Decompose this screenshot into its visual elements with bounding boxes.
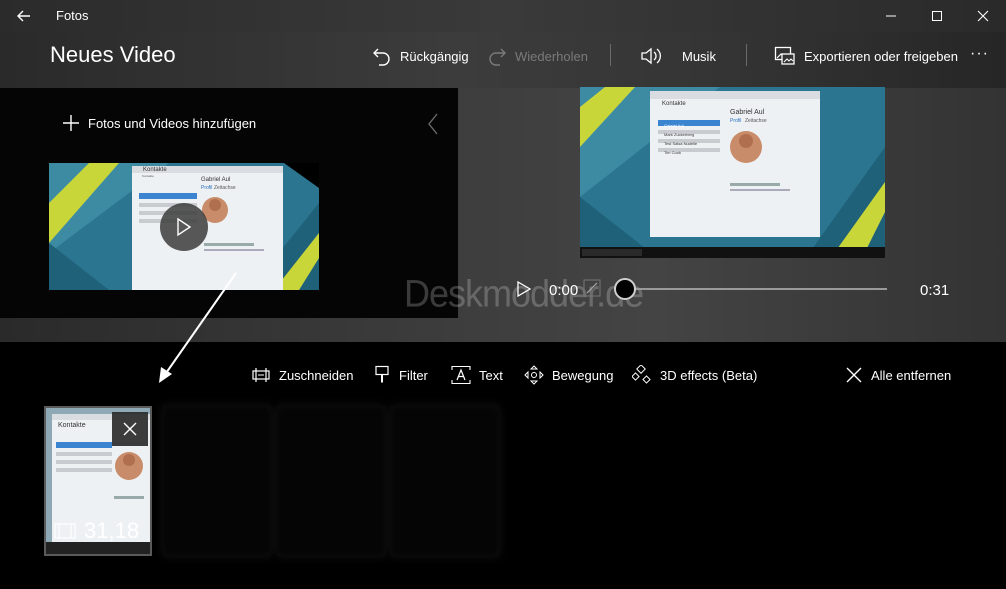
remove-all-button[interactable]: Alle entfernen (845, 364, 951, 386)
empty-storyboard-slot (391, 406, 499, 556)
app-title: Fotos (56, 8, 89, 23)
svg-text:Kontakte: Kontakte (142, 174, 154, 178)
collapse-library-button[interactable] (426, 112, 440, 141)
project-library: Fotos und Videos hinzufügen Kontakte Kon… (0, 88, 458, 318)
back-arrow-icon (17, 10, 30, 22)
separator (610, 44, 611, 66)
play-icon (177, 217, 192, 237)
close-icon (846, 367, 862, 383)
3d-effects-button[interactable]: 3D effects (Beta) (632, 364, 757, 386)
play-button[interactable] (516, 280, 532, 303)
speaker-icon (641, 47, 661, 65)
clip-duration: 31,18 (54, 518, 139, 544)
more-options-button[interactable]: ··· (970, 42, 989, 66)
undo-icon (373, 48, 390, 66)
thumb-contact-name: Gabriel Aul (201, 177, 231, 183)
expand-icon (583, 279, 601, 297)
close-icon (977, 10, 989, 22)
page-title: Neues Video (50, 42, 176, 67)
play-icon (517, 280, 532, 298)
plus-icon (63, 115, 79, 131)
preview-list-item: Test Salsa Nudelle (664, 141, 698, 146)
motion-label: Bewegung (552, 367, 614, 383)
storyboard: Zuschneiden Filter Text Bewegung 3D effe… (0, 342, 1006, 589)
storyboard-card[interactable]: Kontakte 31,18 (44, 406, 152, 556)
add-photos-videos-button[interactable]: Fotos und Videos hinzufügen (62, 114, 256, 132)
trim-button[interactable]: Zuschneiden (251, 364, 353, 386)
empty-storyboard-slot (277, 406, 385, 556)
redo-icon (489, 48, 506, 66)
seek-bar[interactable] (626, 288, 887, 290)
chevron-left-icon (428, 113, 438, 135)
preview-list-item: Tim Cook (664, 150, 681, 155)
play-thumbnail-button[interactable] (160, 203, 208, 251)
music-label: Musik (682, 48, 716, 64)
clip-duration-value: 31,18 (84, 518, 140, 543)
film-icon (54, 523, 76, 539)
filter-label: Filter (399, 367, 428, 383)
maximize-icon (932, 11, 942, 21)
redo-label: Wiederholen (515, 48, 588, 64)
empty-storyboard-slot (163, 406, 271, 556)
expand-button[interactable] (583, 279, 601, 302)
preview-list-item: Mark Zuckerberg (664, 132, 695, 137)
minimize-button[interactable] (868, 0, 914, 32)
title-bar: Fotos (0, 0, 1006, 32)
export-label: Exportieren oder freigeben (804, 48, 958, 64)
thumb-profile-tab: Profil (201, 185, 213, 191)
remove-all-label: Alle entfernen (871, 367, 952, 383)
preview-profile-tab: Profil (730, 118, 742, 124)
maximize-button[interactable] (914, 0, 960, 32)
thumb-app-name: Kontakte (143, 167, 167, 173)
seek-thumb[interactable] (614, 278, 636, 300)
preview-contact-list: Gabriel Aul Mark Zuckerberg Test Salsa N… (664, 121, 697, 157)
trim-label: Zuschneiden (279, 367, 354, 383)
library-video-thumbnail[interactable]: Kontakte Kontakte Gabriel Aul Profil Zei… (49, 163, 319, 290)
add-photos-videos-label: Fotos und Videos hinzufügen (88, 115, 257, 131)
back-button[interactable] (10, 4, 38, 28)
preview-list-item: Gabriel Aul (664, 123, 684, 128)
remove-clip-button[interactable] (112, 412, 148, 446)
separator (746, 44, 747, 66)
motion-icon (524, 365, 544, 385)
3d-effects-icon (632, 365, 651, 384)
undo-button[interactable]: Rückgängig (372, 44, 469, 68)
video-preview[interactable]: Kontakte Gabriel Aul Profil Zeitachse Ga… (580, 87, 885, 258)
filter-button[interactable]: Filter (373, 364, 428, 386)
undo-label: Rückgängig (400, 48, 469, 64)
preview-app-name: Kontakte (662, 101, 686, 107)
music-button[interactable]: Musik (640, 44, 716, 68)
current-time: 0:00 (549, 282, 579, 299)
minimize-icon (886, 15, 896, 17)
preview-timeline-tab: Zeitachse (745, 118, 767, 124)
3d-effects-label: 3D effects (Beta) (660, 367, 758, 383)
redo-button[interactable]: Wiederholen (487, 44, 588, 68)
more-icon: ··· (970, 45, 989, 62)
command-bar: Neues Video Rückgängig Wiederholen Musik (0, 32, 1006, 88)
end-time: 0:31 (920, 282, 950, 299)
text-button[interactable]: Text (451, 364, 503, 386)
text-label: Text (479, 367, 503, 383)
trim-icon (252, 368, 270, 382)
thumb-timeline-tab: Zeitachse (214, 185, 236, 191)
motion-button[interactable]: Bewegung (524, 364, 613, 386)
close-icon (123, 422, 137, 436)
export-button[interactable]: Exportieren oder freigeben (774, 44, 958, 68)
export-image-icon (774, 46, 795, 65)
card-app-name: Kontakte (58, 422, 86, 429)
brush-icon (375, 365, 389, 383)
text-icon (451, 365, 471, 385)
close-window-button[interactable] (960, 0, 1006, 32)
preview-contact-name: Gabriel Aul (730, 109, 765, 116)
